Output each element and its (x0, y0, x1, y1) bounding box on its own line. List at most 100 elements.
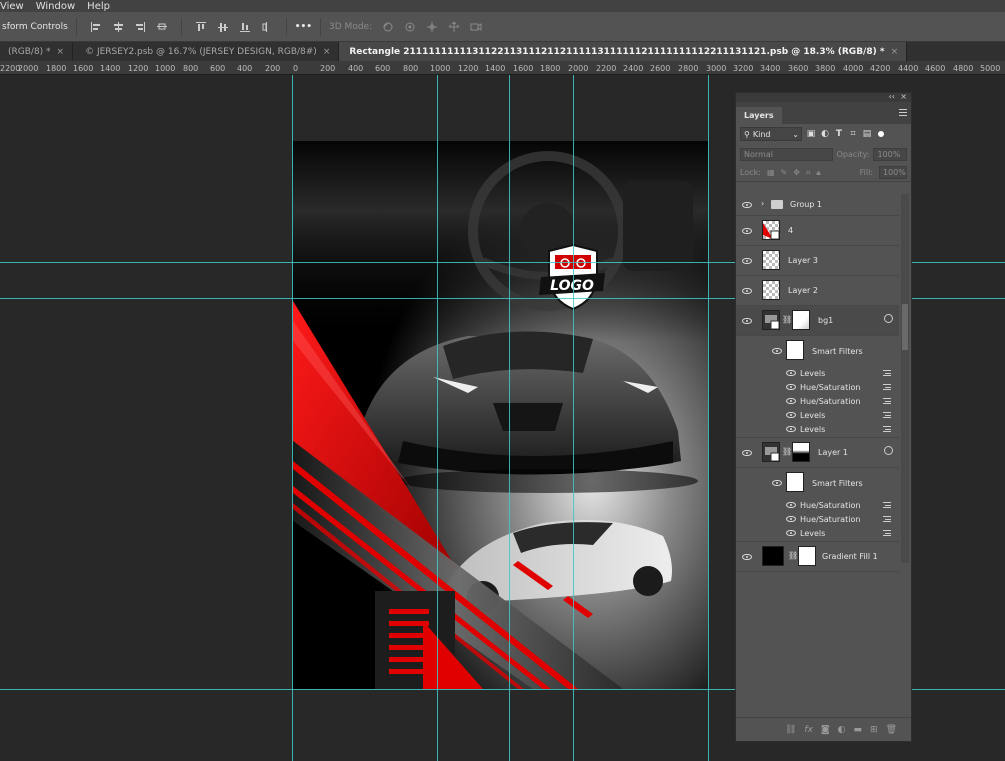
visibility-eye-icon[interactable] (786, 502, 796, 508)
filter-adjustment-icon[interactable]: ◐ (820, 129, 830, 139)
close-icon[interactable]: × (323, 47, 331, 57)
layer-row-layer-1[interactable]: ⛓ Layer 1 (736, 438, 899, 468)
link-icon[interactable]: ⛓ (788, 551, 798, 560)
collapse-icon[interactable]: ‹‹ (889, 92, 895, 101)
distribute-vertical-icon[interactable] (261, 21, 273, 33)
filter-row-levels[interactable]: Levels (736, 422, 899, 438)
tab-doc-1[interactable]: (RGB/8) * × (0, 42, 74, 61)
filter-row-hue-saturation[interactable]: Hue/Saturation (736, 380, 899, 394)
3d-rotate-icon[interactable] (382, 21, 394, 33)
filter-options-icon[interactable] (883, 412, 891, 418)
mask-icon[interactable]: ◙ (821, 725, 830, 735)
layer-row-layer-3[interactable]: Layer 3 (736, 246, 899, 276)
menu-help[interactable]: Help (87, 1, 110, 12)
visibility-eye-icon[interactable] (742, 318, 752, 324)
link-icon[interactable]: ⛓ (782, 447, 792, 456)
filter-kind-dropdown[interactable]: ⚲ Kind ⌄ (740, 127, 802, 141)
visibility-eye-icon[interactable] (772, 348, 782, 354)
layer-row-bg1[interactable]: ⛓ bg1 (736, 306, 899, 336)
3d-pan-icon[interactable] (426, 21, 438, 33)
visibility-eye-icon[interactable] (772, 480, 782, 486)
lock-artboard-icon[interactable]: ⌗ (806, 168, 811, 178)
visibility-eye-icon[interactable] (742, 258, 752, 264)
tab-rectangle-active[interactable]: Rectangle 211111111113112211311121121111… (339, 42, 908, 61)
filter-row-hue-saturation[interactable]: Hue/Saturation (736, 512, 899, 526)
filter-row-hue-saturation[interactable]: Hue/Saturation (736, 498, 899, 512)
close-icon[interactable]: × (891, 47, 899, 57)
align-bottom-icon[interactable] (239, 21, 251, 33)
menu-window[interactable]: Window (36, 1, 75, 12)
guide-line[interactable] (509, 75, 510, 761)
scrollbar-thumb[interactable] (902, 304, 908, 350)
layer-row-group-1[interactable]: › Group 1 (736, 194, 899, 216)
filter-row-levels[interactable]: Levels (736, 408, 899, 422)
document-artboard[interactable]: LOGO (293, 141, 708, 689)
layer-row-gradient-fill-1[interactable]: ⛓ Gradient Fill 1 (736, 542, 899, 572)
visibility-eye-icon[interactable] (786, 426, 796, 432)
guide-line[interactable] (437, 75, 438, 761)
align-middle-icon[interactable] (217, 21, 229, 33)
visibility-eye-icon[interactable] (786, 398, 796, 404)
filter-row-levels[interactable]: Levels (736, 366, 899, 380)
lock-paint-icon[interactable]: ✎ (781, 168, 788, 177)
visibility-eye-icon[interactable] (742, 450, 752, 456)
align-left-icon[interactable] (90, 21, 102, 33)
menu-view[interactable]: View (0, 1, 24, 12)
layers-scrollbar[interactable] (901, 194, 909, 563)
link-icon[interactable]: ⛓ (785, 725, 796, 735)
fill-field[interactable]: 100% (879, 166, 907, 179)
filter-options-icon[interactable] (883, 370, 891, 376)
align-top-icon[interactable] (195, 21, 207, 33)
visibility-eye-icon[interactable] (742, 228, 752, 234)
filter-shape-icon[interactable]: ⌗ (848, 129, 858, 139)
guide-line[interactable] (708, 75, 709, 761)
visibility-eye-icon[interactable] (742, 554, 752, 560)
adjustment-icon[interactable]: ◐ (838, 725, 846, 735)
tab-layers[interactable]: Layers (736, 107, 782, 124)
link-icon[interactable]: ⛓ (782, 315, 792, 324)
chevron-right-icon[interactable]: › (761, 199, 764, 208)
filter-type-icon[interactable]: T (834, 129, 844, 139)
panel-menu-icon[interactable] (899, 109, 907, 116)
visibility-eye-icon[interactable] (742, 288, 752, 294)
guide-line[interactable] (573, 75, 574, 761)
lock-all-icon[interactable]: 🔒︎ (816, 168, 820, 178)
filter-options-icon[interactable] (883, 502, 891, 508)
close-icon[interactable]: × (57, 47, 65, 57)
trash-icon[interactable]: 🗑︎ (886, 725, 897, 735)
filter-options-icon[interactable] (883, 516, 891, 522)
tab-jersey2[interactable]: © JERSEY2.psb @ 16.7% (JERSEY DESIGN, RG… (73, 42, 340, 61)
guide-line[interactable] (292, 75, 293, 761)
visibility-eye-icon[interactable] (786, 412, 796, 418)
filter-smart-object-icon[interactable]: ▤ (862, 129, 872, 139)
filter-pixel-icon[interactable]: ▣ (806, 129, 816, 139)
close-icon[interactable]: × (900, 92, 907, 101)
show-transform-controls-label[interactable]: sform Controls (2, 22, 68, 32)
smart-filters-row[interactable]: Smart Filters (736, 468, 899, 498)
layer-row-layer-2[interactable]: Layer 2 (736, 276, 899, 306)
smart-filters-row[interactable]: Smart Filters (736, 336, 899, 366)
lock-transparent-icon[interactable]: ▦ (767, 168, 775, 177)
distribute-icon[interactable] (156, 21, 168, 33)
filter-options-icon[interactable] (883, 426, 891, 432)
horizontal-ruler[interactable]: 2200 2000 1800 1600 1400 1200 1000 800 600 400 200… (0, 61, 1005, 75)
filter-row-levels[interactable]: Levels (736, 526, 899, 542)
filter-row-hue-saturation[interactable]: Hue/Saturation (736, 394, 899, 408)
visibility-eye-icon[interactable] (786, 384, 796, 390)
align-center-icon[interactable] (112, 21, 124, 33)
opacity-field[interactable]: 100% (873, 147, 907, 161)
filter-options-icon[interactable] (883, 384, 891, 390)
3d-scale-icon[interactable] (470, 21, 482, 33)
folder-icon[interactable]: ▬ (854, 725, 863, 735)
lock-position-icon[interactable]: ✥ (793, 168, 800, 177)
visibility-eye-icon[interactable] (786, 370, 796, 376)
layer-row-4[interactable]: 4 (736, 216, 899, 246)
3d-slide-icon[interactable] (448, 21, 460, 33)
blend-mode-dropdown[interactable]: Normal (740, 147, 833, 161)
filter-options-icon[interactable] (883, 530, 891, 536)
fx-icon[interactable]: fx (804, 725, 813, 735)
3d-roll-icon[interactable] (404, 21, 416, 33)
visibility-eye-icon[interactable] (786, 530, 796, 536)
new-layer-icon[interactable]: ⊞ (870, 725, 878, 735)
align-right-icon[interactable] (134, 21, 146, 33)
